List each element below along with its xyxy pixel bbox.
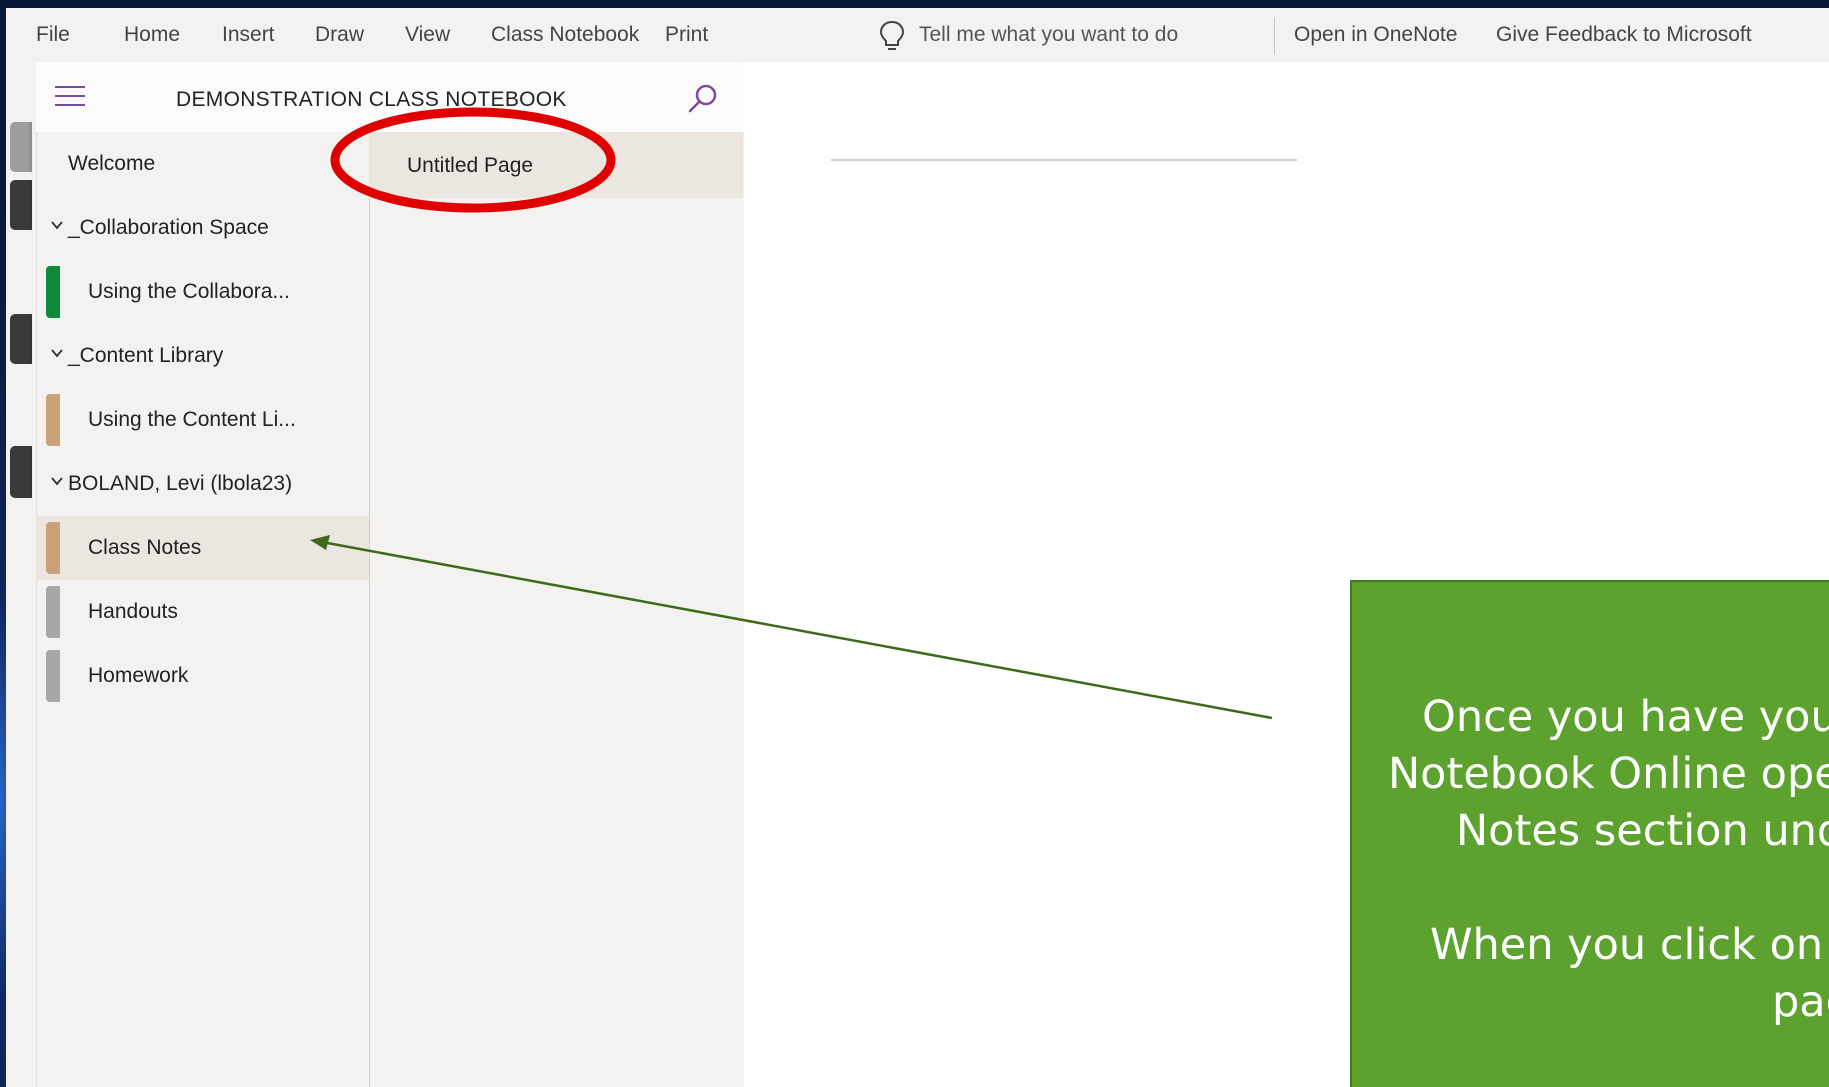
lightbulb-icon [879, 20, 905, 50]
callout-line: Notebook Online open [1388, 749, 1829, 799]
menu-file[interactable]: File [36, 23, 70, 47]
section-group-student[interactable]: BOLAND, Levi (lbola23) [36, 452, 369, 516]
notebook-tab[interactable] [10, 314, 32, 364]
callout-line: Notes section unde [1456, 806, 1829, 856]
page-title-line[interactable] [831, 159, 1297, 161]
notebook-tab[interactable] [10, 180, 32, 230]
page-label: Untitled Page [407, 154, 534, 177]
section-label: Welcome [68, 152, 156, 175]
ribbon-divider [1274, 18, 1275, 54]
section-group-content-library[interactable]: _Content Library [36, 324, 369, 388]
section-item-welcome[interactable]: Welcome [36, 132, 369, 196]
notebook-tab[interactable] [10, 122, 32, 172]
section-item-class-notes[interactable]: Class Notes [36, 516, 369, 580]
section-label: Using the Collabora... [88, 280, 290, 303]
section-label: Class Notes [88, 536, 202, 559]
menu-class-notebook[interactable]: Class Notebook [491, 23, 639, 47]
page-pane [369, 132, 745, 1087]
section-color-tab [46, 266, 60, 318]
callout-line: When you click on it, [1430, 920, 1829, 970]
section-group-collaboration-space[interactable]: _Collaboration Space [36, 196, 369, 260]
callout-line: Once you have your l [1422, 692, 1829, 742]
notebook-tab[interactable] [10, 446, 32, 498]
section-color-tab [46, 522, 60, 574]
menu-insert[interactable]: Insert [222, 23, 275, 47]
ribbon-menu-bar: File Home Insert Draw View Class Noteboo… [6, 8, 1829, 63]
chevron-down-icon[interactable] [50, 218, 64, 232]
section-item-using-collaboration[interactable]: Using the Collabora... [36, 260, 369, 324]
section-item-homework[interactable]: Homework [36, 644, 369, 708]
section-item-handouts[interactable]: Handouts [36, 580, 369, 644]
notebook-tab-strip [6, 62, 36, 1087]
section-group-label: BOLAND, Levi (lbola23) [68, 472, 293, 495]
menu-home[interactable]: Home [124, 23, 180, 47]
section-item-using-content-library[interactable]: Using the Content Li... [36, 388, 369, 452]
section-color-tab [46, 586, 60, 638]
callout-line: pag [1772, 977, 1829, 1027]
menu-print[interactable]: Print [665, 23, 708, 47]
section-label: Handouts [88, 600, 178, 623]
tell-me-text: Tell me what you want to do [919, 23, 1179, 46]
section-label: Homework [88, 664, 189, 687]
chevron-down-icon[interactable] [50, 346, 64, 360]
section-group-label: _Content Library [68, 344, 224, 367]
instruction-callout: Once you have your l Notebook Online ope… [1350, 580, 1829, 1087]
page-item-untitled[interactable]: Untitled Page [369, 132, 743, 198]
give-feedback-link[interactable]: Give Feedback to Microsoft [1496, 23, 1752, 47]
menu-draw[interactable]: Draw [315, 23, 364, 47]
hamburger-menu-icon[interactable] [55, 86, 85, 108]
chevron-down-icon[interactable] [50, 474, 64, 488]
menu-view[interactable]: View [405, 23, 450, 47]
notebook-header: DEMONSTRATION CLASS NOTEBOOK [36, 62, 743, 132]
section-color-tab [46, 394, 60, 446]
section-label: Using the Content Li... [88, 408, 296, 431]
search-icon[interactable] [686, 82, 720, 116]
section-group-label: _Collaboration Space [68, 216, 269, 239]
open-in-onenote-link[interactable]: Open in OneNote [1294, 23, 1457, 47]
notebook-title[interactable]: DEMONSTRATION CLASS NOTEBOOK [176, 88, 567, 112]
section-color-tab [46, 650, 60, 702]
